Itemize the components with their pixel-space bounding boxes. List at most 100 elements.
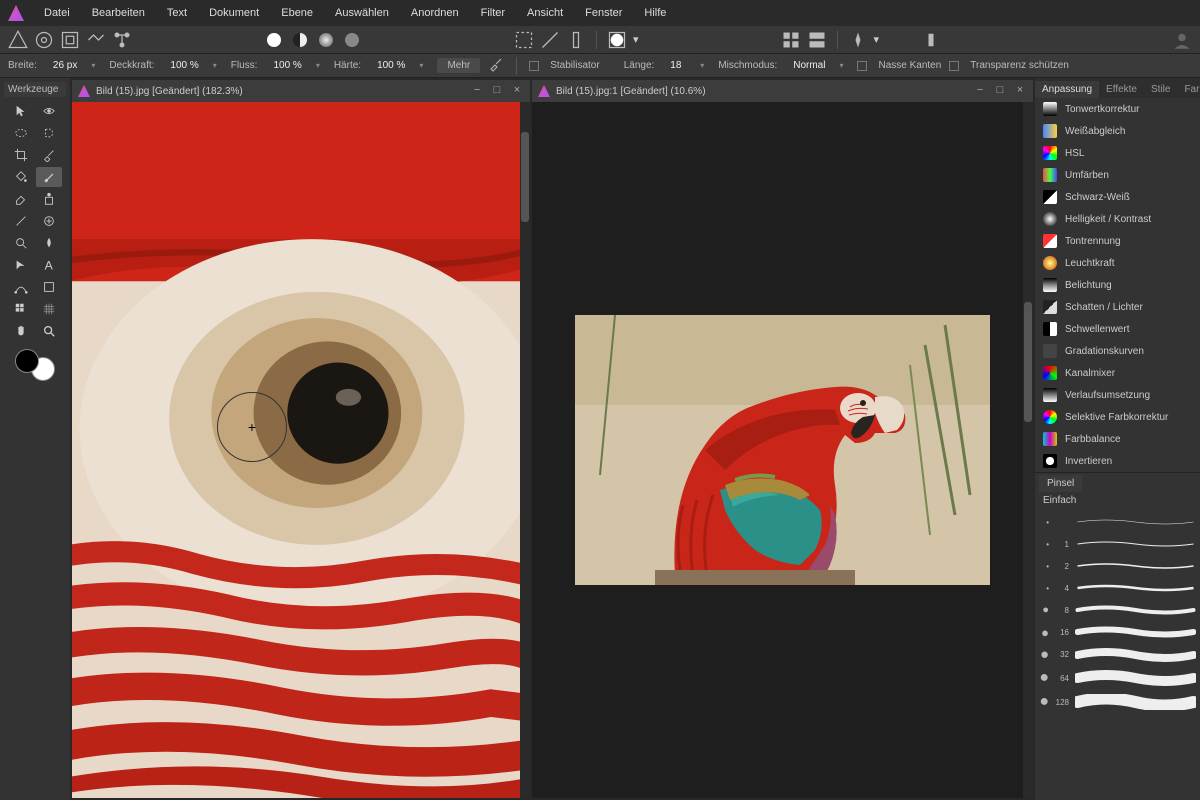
brush-preset[interactable]: • xyxy=(1039,511,1196,533)
menu-bearbeiten[interactable]: Bearbeiten xyxy=(82,3,155,23)
adj-hsl[interactable]: HSL xyxy=(1035,142,1200,164)
minimize-icon[interactable]: − xyxy=(973,84,987,98)
foreground-color-icon[interactable] xyxy=(15,349,39,373)
fill-solid-icon[interactable] xyxy=(264,30,284,50)
flood-tool-icon[interactable] xyxy=(8,167,34,187)
adj-schatten-lichter[interactable]: Schatten / Lichter xyxy=(1035,296,1200,318)
adj-tontrennung[interactable]: Tontrennung xyxy=(1035,230,1200,252)
menu-ebene[interactable]: Ebene xyxy=(271,3,323,23)
adj-selektive-farbkorrektur[interactable]: Selektive Farbkorrektur xyxy=(1035,406,1200,428)
brush-preset[interactable]: ●8 xyxy=(1039,599,1196,621)
stabilizer-checkbox[interactable] xyxy=(529,61,539,71)
fill-half-icon[interactable] xyxy=(290,30,310,50)
dropdown-icon[interactable]: ▾ xyxy=(874,33,880,46)
brush-preset[interactable]: •2 xyxy=(1039,555,1196,577)
menu-hilfe[interactable]: Hilfe xyxy=(634,3,676,23)
mesh-tool-icon[interactable] xyxy=(8,299,34,319)
text-tool-icon[interactable]: A xyxy=(36,255,62,275)
brush-settings-icon[interactable] xyxy=(488,56,504,75)
paint-brush-tool-icon[interactable] xyxy=(36,167,62,187)
width-value[interactable]: 26 px xyxy=(47,59,83,72)
selection-column-icon[interactable] xyxy=(566,30,586,50)
inpaint-tool-icon[interactable] xyxy=(8,211,34,231)
opacity-value[interactable]: 100 % xyxy=(164,59,204,72)
freehand-select-tool-icon[interactable] xyxy=(36,123,62,143)
maximize-icon[interactable]: □ xyxy=(490,84,504,98)
node-tool-icon[interactable] xyxy=(8,277,34,297)
adj-gradationskurven[interactable]: Gradationskurven xyxy=(1035,340,1200,362)
brush-preset[interactable]: ●128 xyxy=(1039,690,1196,714)
adj-farbbalance[interactable]: Farbbalance xyxy=(1035,428,1200,450)
menu-text[interactable]: Text xyxy=(157,3,197,23)
adj-schwellenwert[interactable]: Schwellenwert xyxy=(1035,318,1200,340)
dropdown-icon[interactable]: ▾ xyxy=(633,33,639,46)
tab-effekte[interactable]: Effekte xyxy=(1099,81,1144,98)
view-tool-icon[interactable] xyxy=(36,101,62,121)
maximize-icon[interactable]: □ xyxy=(993,84,1007,98)
document-titlebar-1[interactable]: Bild (15).jpg [Geändert] (182.3%) − □ × xyxy=(72,80,530,102)
minimize-icon[interactable]: − xyxy=(470,84,484,98)
hand-tool-icon[interactable] xyxy=(8,321,34,341)
flow-value[interactable]: 100 % xyxy=(267,59,307,72)
brush-preset[interactable]: •1 xyxy=(1039,533,1196,555)
info-icon[interactable] xyxy=(921,30,941,50)
adj-leuchtkraft[interactable]: Leuchtkraft xyxy=(1035,252,1200,274)
persona-tone-icon[interactable] xyxy=(86,30,106,50)
hardness-value[interactable]: 100 % xyxy=(371,59,411,72)
close-icon[interactable]: × xyxy=(1013,84,1027,98)
fill-none-icon[interactable] xyxy=(342,30,362,50)
adj-umfaerben[interactable]: Umfärben xyxy=(1035,164,1200,186)
protect-alpha-checkbox[interactable] xyxy=(949,61,959,71)
adj-weissabgleich[interactable]: Weißabgleich xyxy=(1035,120,1200,142)
arrange-stack-icon[interactable] xyxy=(807,30,827,50)
persona-liquify-icon[interactable] xyxy=(34,30,54,50)
canvas-1[interactable] xyxy=(72,102,530,798)
brush-category[interactable]: Einfach xyxy=(1035,492,1200,509)
adj-verlaufsumsetzung[interactable]: Verlaufsumsetzung xyxy=(1035,384,1200,406)
marquee-tool-icon[interactable] xyxy=(8,123,34,143)
brush-preset[interactable]: •4 xyxy=(1039,577,1196,599)
adj-kanalmixer[interactable]: Kanalmixer xyxy=(1035,362,1200,384)
tab-pinsel[interactable]: Pinsel xyxy=(1039,475,1082,492)
menu-dokument[interactable]: Dokument xyxy=(199,3,269,23)
more-button[interactable]: Mehr xyxy=(437,58,480,73)
crop-tool-icon[interactable] xyxy=(8,145,34,165)
tab-farbfelder[interactable]: Farbfelder xyxy=(1177,81,1200,98)
heal-tool-icon[interactable] xyxy=(36,211,62,231)
menu-ansicht[interactable]: Ansicht xyxy=(517,3,573,23)
adj-belichtung[interactable]: Belichtung xyxy=(1035,274,1200,296)
pen-tool-icon[interactable] xyxy=(8,255,34,275)
blur-tool-icon[interactable] xyxy=(36,233,62,253)
shape-tool-icon[interactable] xyxy=(36,277,62,297)
menu-auswaehlen[interactable]: Auswählen xyxy=(325,3,399,23)
blend-value[interactable]: Normal xyxy=(787,59,831,72)
zoom-tool-icon[interactable] xyxy=(36,321,62,341)
color-swatch[interactable] xyxy=(15,349,55,381)
selection-marquee-icon[interactable] xyxy=(514,30,534,50)
persona-export-icon[interactable] xyxy=(112,30,132,50)
adj-schwarz-weiss[interactable]: Schwarz-Weiß xyxy=(1035,186,1200,208)
menu-datei[interactable]: Datei xyxy=(34,3,80,23)
move-tool-icon[interactable] xyxy=(8,101,34,121)
brush-preset[interactable]: ●32 xyxy=(1039,643,1196,666)
grid-tool-icon[interactable] xyxy=(36,299,62,319)
close-icon[interactable]: × xyxy=(510,84,524,98)
selection-brush-tool-icon[interactable] xyxy=(36,145,62,165)
brush-preset[interactable]: ●16 xyxy=(1039,621,1196,643)
menu-filter[interactable]: Filter xyxy=(471,3,515,23)
account-icon[interactable] xyxy=(1172,30,1192,50)
wet-edges-checkbox[interactable] xyxy=(857,61,867,71)
adj-tonwertkorrektur[interactable]: Tonwertkorrektur xyxy=(1035,98,1200,120)
assistant-icon[interactable] xyxy=(848,30,868,50)
brush-preset[interactable]: ●64 xyxy=(1039,666,1196,690)
tab-anpassung[interactable]: Anpassung xyxy=(1035,81,1099,98)
clone-tool-icon[interactable] xyxy=(36,189,62,209)
persona-photo-icon[interactable] xyxy=(8,30,28,50)
fill-gradient-icon[interactable] xyxy=(316,30,336,50)
eraser-tool-icon[interactable] xyxy=(8,189,34,209)
menu-fenster[interactable]: Fenster xyxy=(575,3,632,23)
quickmask-icon[interactable] xyxy=(607,30,627,50)
selection-line-icon[interactable] xyxy=(540,30,560,50)
adj-invertieren[interactable]: Invertieren xyxy=(1035,450,1200,472)
arrange-grid-icon[interactable] xyxy=(781,30,801,50)
